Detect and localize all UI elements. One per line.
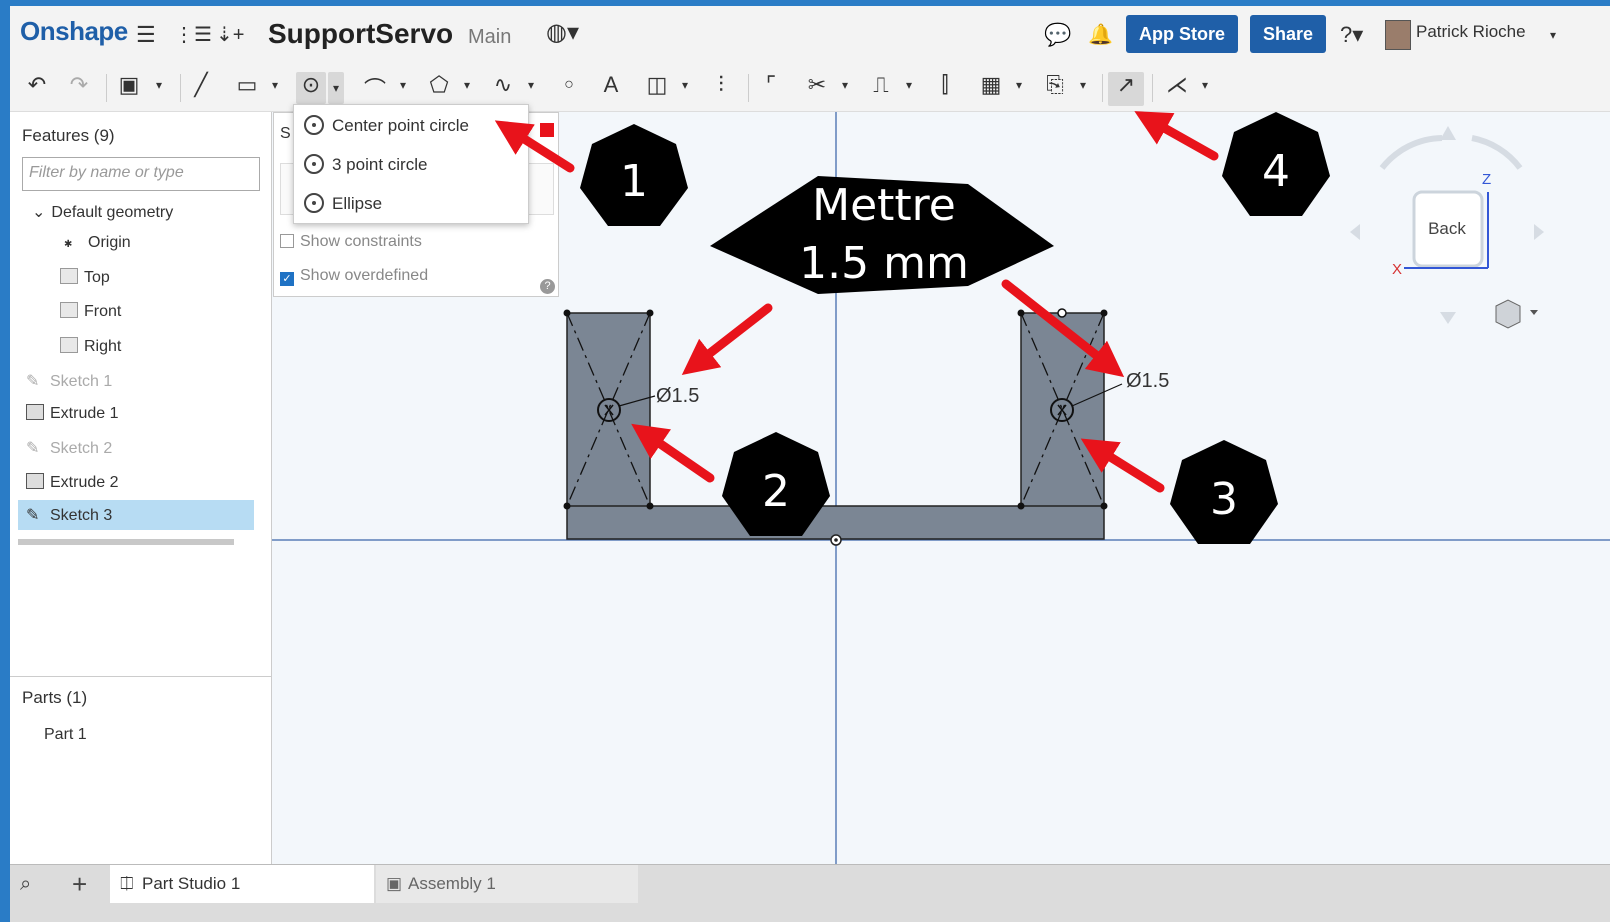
tab-assembly-1[interactable]: ▣ Assembly 1: [376, 865, 638, 903]
view-mode-button[interactable]: [1495, 299, 1538, 329]
view-cube-face-label: Back: [1428, 219, 1466, 238]
tab-bar: ⌕ + ⎅ Part Studio 1 ▣ Assembly 1: [10, 864, 1610, 922]
badge-3: 3: [1170, 440, 1278, 544]
view-cube[interactable]: Back Z X: [1350, 126, 1544, 324]
tab-search-icon[interactable]: ⌕: [20, 873, 31, 896]
badge-1: 1: [580, 124, 688, 226]
callout-line-2: 1.5 mm: [799, 238, 969, 289]
svg-text:3: 3: [1210, 474, 1238, 525]
tab-part-studio-1[interactable]: ⎅ Part Studio 1: [110, 865, 374, 903]
part-studio-icon: ⎅: [120, 874, 134, 893]
view-mode-chevron-icon: [1530, 310, 1538, 315]
dimension-label-right[interactable]: Ø1.5: [1126, 370, 1169, 392]
callout-mettre: Mettre 1.5 mm: [710, 176, 1054, 294]
dimension-label-left[interactable]: Ø1.5: [656, 385, 699, 407]
add-tab-icon[interactable]: +: [72, 869, 87, 900]
axis-x-label: X: [1392, 261, 1402, 278]
svg-text:1: 1: [620, 156, 648, 207]
assembly-icon: ▣: [386, 874, 403, 893]
midpoint-marker[interactable]: [1057, 308, 1067, 318]
svg-text:2: 2: [762, 466, 790, 517]
callout-line-1: Mettre: [812, 180, 956, 231]
svg-text:4: 4: [1262, 146, 1290, 197]
onshape-window: Onshape ☰ ⋮☰ ⇣+ SupportServo Main ◍▾ 💬 🔔…: [10, 6, 1610, 922]
axis-z-label: Z: [1482, 171, 1491, 188]
badge-4: 4: [1222, 112, 1330, 216]
